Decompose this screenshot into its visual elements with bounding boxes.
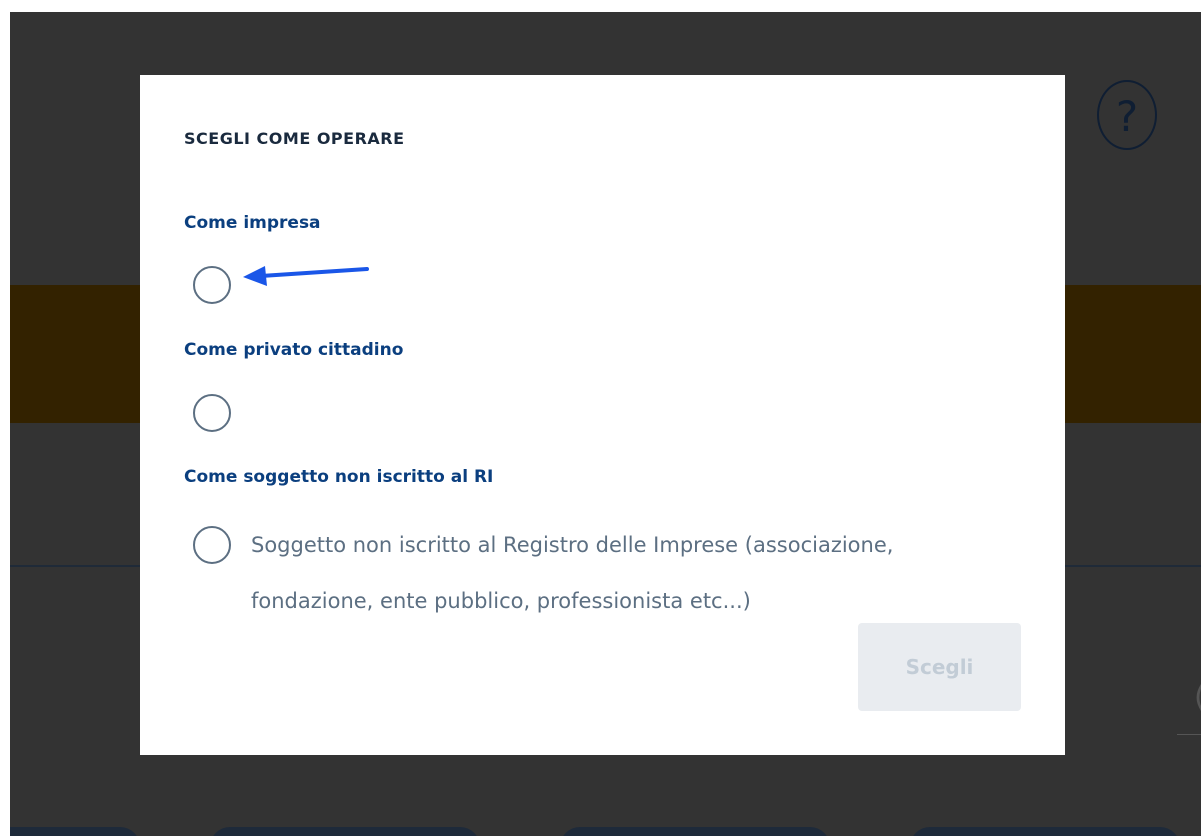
radio-impresa[interactable] — [192, 265, 232, 305]
group-label-impresa: Come impresa — [184, 213, 321, 233]
background-partial-glyph: ( — [1194, 680, 1201, 715]
choose-button[interactable]: Scegli — [858, 623, 1021, 711]
background-tab — [560, 827, 830, 836]
group-label-non-iscritto: Come soggetto non iscritto al RI — [184, 467, 494, 487]
dialog-title: SCEGLI COME OPERARE — [184, 129, 405, 148]
radio-ring — [193, 266, 231, 304]
background-tab — [210, 827, 480, 836]
arrow-left-icon — [243, 266, 369, 286]
radio-ring — [193, 526, 231, 564]
radio-ring — [193, 394, 231, 432]
help-icon[interactable]: ? — [1097, 80, 1157, 150]
option-text-non-iscritto[interactable]: Soggetto non iscritto al Registro delle … — [251, 517, 1011, 629]
radio-non-iscritto[interactable] — [192, 525, 232, 565]
background-tab — [10, 827, 140, 836]
radio-privato[interactable] — [192, 393, 232, 433]
operating-mode-dialog: SCEGLI COME OPERARE Come impresa Come pr… — [140, 75, 1065, 755]
group-label-privato: Come privato cittadino — [184, 340, 404, 360]
background-tab — [910, 827, 1180, 836]
background-field-underline — [1177, 734, 1201, 735]
